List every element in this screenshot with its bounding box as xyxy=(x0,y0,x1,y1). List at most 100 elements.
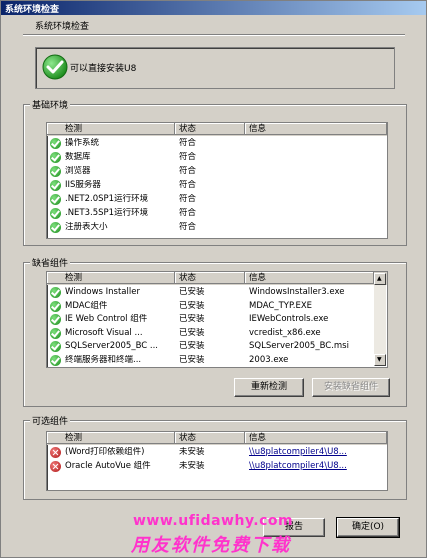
item-name: 浏览器 xyxy=(65,166,91,176)
check-icon xyxy=(50,166,61,177)
item-name: 操作系统 xyxy=(65,138,100,148)
column-check[interactable]: 检测 xyxy=(47,432,175,444)
status-message: 可以直接安装U8 xyxy=(70,64,137,74)
item-status: 未安装 xyxy=(179,461,205,471)
list-item[interactable]: Microsoft Visual ... 已安装 vcredist_x86.exe xyxy=(47,327,387,340)
list-item[interactable]: 注册表大小 符合 xyxy=(47,221,387,234)
install-default-components-button[interactable]: 安装缺省组件 xyxy=(312,378,390,397)
item-status: 已安装 xyxy=(179,314,205,324)
check-icon xyxy=(50,194,61,205)
item-name: Microsoft Visual ... xyxy=(65,327,143,338)
basic-env-title: 基础环境 xyxy=(30,98,71,111)
item-name: IE Web Control 组件 xyxy=(65,314,148,324)
list-item[interactable]: Oracle AutoVue 组件 未安装 \\u8platcompiler4\U8… xyxy=(47,460,387,473)
list-item[interactable]: IIS服务器 符合 xyxy=(47,179,387,192)
vertical-scrollbar[interactable]: ▲ ▼ xyxy=(374,273,386,366)
check-icon xyxy=(50,138,61,149)
item-info: IEWebControls.exe xyxy=(249,314,329,324)
watermark-slogan: 用友软件免费下载 xyxy=(131,535,291,556)
list-item[interactable]: SQLServer2005_BC ... 已安装 SQLServer2005_BC.… xyxy=(47,340,387,353)
item-name: 数据库 xyxy=(65,152,91,162)
list-item[interactable]: MDAC组件 已安装 MDAC_TYP.EXE xyxy=(47,300,387,313)
check-icon xyxy=(50,222,61,233)
check-icon xyxy=(50,180,61,191)
column-info[interactable]: 信息 xyxy=(245,123,387,135)
list-item[interactable]: 终端服务器和终端... 已安装 2003.exe xyxy=(47,354,387,367)
check-icon xyxy=(50,327,61,339)
basic-env-group: 基础环境 检测 状态 信息 操作系统 符合 数据库 符合 浏览器 符合 IIS服务器 符合 .N… xyxy=(23,98,407,246)
item-name: (Word打印依赖组件) xyxy=(65,447,145,457)
item-info: WindowsInstaller3.exe xyxy=(249,287,345,297)
list-item[interactable]: IE Web Control 组件 已安装 IEWebControls.exe xyxy=(47,313,387,326)
optional-components-list[interactable]: 检测 状态 信息 (Word打印依赖组件) 未安装 \\u8platcompiler… xyxy=(46,431,388,491)
item-name: 终端服务器和终端... xyxy=(65,354,142,365)
list-item[interactable]: 数据库 符合 xyxy=(47,151,387,164)
check-icon xyxy=(50,152,61,163)
column-status[interactable]: 状态 xyxy=(175,432,245,444)
system-env-check-window: 系统环境检查 系统环境检查 可以直接安装U8 基础环境 检测 状态 信息 操作系… xyxy=(0,0,427,558)
item-status: 已安装 xyxy=(179,300,205,311)
item-status: 符合 xyxy=(179,208,197,218)
basic-env-list[interactable]: 检测 状态 信息 操作系统 符合 数据库 符合 浏览器 符合 IIS服务器 符合 .NET2.0… xyxy=(46,122,388,239)
page-header: 系统环境检查 xyxy=(35,22,90,32)
column-status[interactable]: 状态 xyxy=(175,272,245,284)
item-info-link[interactable]: \\u8platcompiler4\U8... xyxy=(249,461,383,472)
title-bar[interactable]: 系统环境检查 xyxy=(1,1,426,15)
item-status: 符合 xyxy=(179,222,197,232)
default-components-list[interactable]: 检测 状态 信息 Windows Installer 已安装 WindowsInst… xyxy=(46,271,388,368)
item-info: 2003.exe xyxy=(249,354,289,365)
item-status: 符合 xyxy=(179,152,197,162)
list-item[interactable]: (Word打印依赖组件) 未安装 \\u8platcompiler4\U8... xyxy=(47,446,387,459)
column-check[interactable]: 检测 xyxy=(47,123,175,135)
optional-components-group: 可选组件 检测 状态 信息 (Word打印依赖组件) 未安装 \\u8platcom… xyxy=(23,414,407,500)
item-status: 符合 xyxy=(179,166,197,176)
success-check-icon xyxy=(42,54,68,80)
item-status: 已安装 xyxy=(179,327,205,338)
item-status: 已安装 xyxy=(179,354,205,365)
item-info-link[interactable]: \\u8platcompiler4\U8... xyxy=(249,447,383,458)
list-item[interactable]: 操作系统 符合 xyxy=(47,137,387,150)
column-check[interactable]: 检测 xyxy=(47,272,175,284)
item-name: .NET3.5SP1运行环境 xyxy=(65,208,149,218)
item-info: MDAC_TYP.EXE xyxy=(249,300,313,311)
check-icon xyxy=(50,314,61,325)
column-info[interactable]: 信息 xyxy=(245,272,374,284)
check-icon xyxy=(50,287,61,298)
check-icon xyxy=(50,354,61,366)
scroll-down-button[interactable]: ▼ xyxy=(374,354,386,366)
column-info[interactable]: 信息 xyxy=(245,432,387,444)
error-icon xyxy=(50,461,61,472)
watermark-url: www.ufidawhy.com xyxy=(133,513,294,529)
default-components-group: 缺省组件 检测 状态 信息 Windows Installer 已安装 Window… xyxy=(23,256,407,407)
basic-env-header: 检测 状态 信息 xyxy=(47,123,387,136)
list-item[interactable]: 浏览器 符合 xyxy=(47,165,387,178)
check-icon xyxy=(50,341,61,352)
item-status: 符合 xyxy=(179,194,197,204)
item-name: IIS服务器 xyxy=(65,180,101,190)
list-item[interactable]: Windows Installer 已安装 WindowsInstaller3.ex… xyxy=(47,286,387,299)
item-name: 注册表大小 xyxy=(65,222,108,232)
optional-components-title: 可选组件 xyxy=(30,414,71,427)
column-status[interactable]: 状态 xyxy=(175,123,245,135)
default-components-title: 缺省组件 xyxy=(30,256,71,269)
list-item[interactable]: .NET2.0SP1运行环境 符合 xyxy=(47,193,387,206)
item-status: 符合 xyxy=(179,138,197,148)
item-status: 已安装 xyxy=(179,287,205,297)
optional-components-header: 检测 状态 信息 xyxy=(47,432,387,445)
ok-button[interactable]: 确定(O) xyxy=(336,517,400,538)
recheck-button[interactable]: 重新检测 xyxy=(234,378,304,397)
status-panel: 可以直接安装U8 xyxy=(35,47,395,89)
item-name: .NET2.0SP1运行环境 xyxy=(65,194,149,204)
check-icon xyxy=(50,300,61,312)
error-icon xyxy=(50,447,61,458)
item-name: MDAC组件 xyxy=(65,300,108,311)
item-name: Oracle AutoVue 组件 xyxy=(65,461,151,471)
header-divider xyxy=(23,34,405,36)
item-name: Windows Installer xyxy=(65,287,140,297)
scroll-up-button[interactable]: ▲ xyxy=(374,273,386,285)
item-info: vcredist_x86.exe xyxy=(249,327,321,338)
item-status: 符合 xyxy=(179,180,197,190)
item-name: SQLServer2005_BC ... xyxy=(65,341,159,351)
item-status: 已安装 xyxy=(179,341,205,351)
list-item[interactable]: .NET3.5SP1运行环境 符合 xyxy=(47,207,387,220)
